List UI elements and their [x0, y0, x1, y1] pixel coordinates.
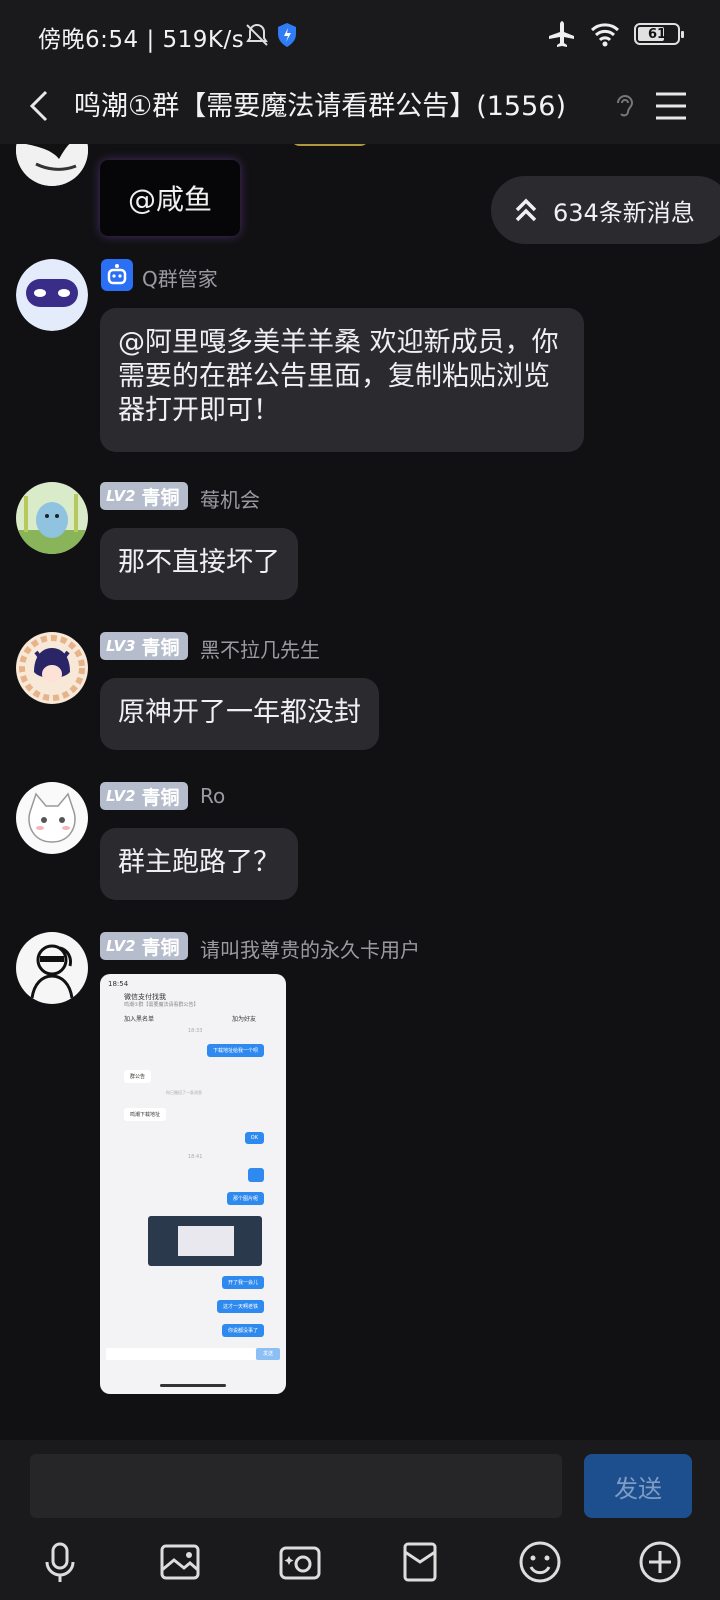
camera-icon[interactable] — [276, 1538, 324, 1586]
avatar[interactable] — [16, 482, 88, 554]
embedded-send: 发送 — [256, 1348, 280, 1360]
image-icon[interactable] — [156, 1538, 204, 1586]
embedded-msg: OK — [244, 1132, 264, 1144]
status-bar: 傍晚6:54 | 519K/s 61 — [0, 0, 720, 68]
battery-icon: 61 — [634, 23, 684, 45]
message-text: 群主跑路了？ — [118, 847, 280, 878]
embedded-msg: 这才一天啊老铁 — [216, 1300, 264, 1313]
embedded-add-friend: 加为好友 — [232, 1016, 257, 1023]
message-text: @阿里嘎多美羊羊桑 欢迎新成员，你需要的在群公告里面，复制粘贴浏览器打开即可！ — [118, 327, 559, 426]
embedded-statusbar: 18:54 — [108, 980, 129, 988]
message-text: 那不直接坏了 — [118, 547, 280, 578]
rank: 青铜 — [141, 936, 180, 959]
new-messages-label: 634条新消息 — [553, 198, 695, 227]
avatar-image — [16, 482, 88, 554]
menu-icon[interactable] — [652, 86, 690, 126]
sender-name[interactable]: 莓机会 — [200, 484, 260, 513]
avatar[interactable] — [16, 632, 88, 704]
mute-bell-icon — [246, 23, 268, 46]
robot-avatar-image — [16, 259, 88, 331]
chat-header: 鸣潮①群【需要魔法请看群公告】(1556) — [0, 68, 720, 144]
embedded-subtitle: 鸣潮①群【需要魔法请看群公告】 — [124, 1002, 199, 1008]
emoji-icon[interactable] — [516, 1538, 564, 1586]
rank: 青铜 — [141, 636, 180, 659]
embedded-msg: 鸣潮下载地址 — [124, 1108, 167, 1121]
level: LV2 — [106, 937, 136, 955]
message-input[interactable] — [30, 1454, 562, 1518]
input-bar: 发送 — [0, 1440, 720, 1600]
avatar-image — [16, 632, 88, 704]
avatar[interactable] — [16, 932, 88, 1004]
input-toolbar — [0, 1530, 720, 1594]
level: LV2 — [106, 787, 136, 805]
level-badge: LV2 青铜 — [100, 782, 188, 810]
avatar-bot[interactable] — [16, 259, 88, 331]
avatar[interactable] — [16, 144, 88, 186]
plus-icon[interactable] — [636, 1538, 684, 1586]
chat-area[interactable]: @咸鱼 634条新消息 Q群管家 @阿里嘎多美羊羊桑 欢迎新成员，你需要的在群公… — [0, 144, 720, 1440]
status-time: 傍晚6:54 | 519K/s — [38, 27, 245, 53]
send-button[interactable]: 发送 — [584, 1454, 692, 1518]
message-text: @咸鱼 — [127, 183, 212, 216]
embedded-msg: 下载地址给我一个呗 — [206, 1044, 264, 1057]
embedded-homebar — [160, 1384, 226, 1387]
embedded-sys: 你已撤回了一条消息 — [166, 1090, 202, 1095]
sticker-partial — [290, 144, 370, 146]
group-title[interactable]: 鸣潮①群【需要魔法请看群公告】(1556) — [74, 84, 566, 123]
level: LV2 — [106, 487, 136, 505]
dark-sticker-bubble[interactable]: @咸鱼 — [100, 160, 240, 236]
back-icon[interactable] — [20, 84, 64, 128]
message-bubble[interactable]: 那不直接坏了 — [100, 528, 298, 600]
level: LV3 — [106, 637, 136, 655]
status-icons: 61 — [546, 18, 684, 50]
avatar-image — [16, 144, 88, 186]
avatar-image — [16, 932, 88, 1004]
sender-name[interactable]: 请叫我尊贵的永久卡用户 — [200, 934, 420, 963]
double-chevron-up-icon — [515, 198, 537, 222]
embedded-msg: 那个图片呢 — [226, 1192, 264, 1205]
sender-name[interactable]: 黑不拉几先生 — [200, 634, 320, 663]
avatar[interactable] — [16, 782, 88, 854]
embedded-ts1: 18:33 — [188, 1028, 203, 1034]
airplane-icon — [549, 21, 574, 47]
robot-icon — [101, 259, 133, 291]
rank: 青铜 — [141, 786, 180, 809]
embedded-msg: 开了我一会儿 — [221, 1276, 264, 1289]
mic-icon[interactable] — [36, 1538, 84, 1586]
image-message[interactable]: 18:54 微信支付找我 鸣潮①群【需要魔法请看群公告】 加入黑名单 加为好友 … — [100, 974, 286, 1394]
embedded-blacklist: 加入黑名单 — [124, 1016, 155, 1023]
sender-name[interactable]: Ro — [200, 784, 225, 808]
red-packet-icon[interactable] — [396, 1538, 444, 1586]
message-bubble[interactable]: @阿里嘎多美羊羊桑 欢迎新成员，你需要的在群公告里面，复制粘贴浏览器打开即可！ — [100, 308, 584, 452]
embedded-msg: 你说都没事了 — [221, 1324, 264, 1337]
embedded-photo — [148, 1216, 262, 1266]
embedded-emoji — [248, 1168, 264, 1182]
rank: 青铜 — [141, 486, 180, 509]
ear-icon[interactable] — [612, 92, 638, 122]
message-bubble[interactable]: 群主跑路了？ — [100, 828, 298, 900]
message-text: 原神开了一年都没封 — [118, 697, 361, 728]
embedded-msg: 群公告 — [124, 1070, 152, 1083]
embedded-input — [106, 1348, 256, 1360]
sender-name[interactable]: Q群管家 — [142, 263, 218, 292]
level-badge: LV2 青铜 — [100, 932, 188, 960]
avatar-image — [16, 782, 88, 854]
shield-icon — [278, 23, 296, 47]
new-messages-button[interactable]: 634条新消息 — [491, 176, 720, 244]
level-badge: LV3 青铜 — [100, 632, 188, 660]
embedded-ts2: 18:41 — [188, 1154, 203, 1160]
message-bubble[interactable]: 原神开了一年都没封 — [100, 678, 379, 750]
battery-level: 61 — [647, 26, 667, 42]
wifi-icon — [590, 23, 620, 47]
level-badge: LV2 青铜 — [100, 482, 188, 510]
